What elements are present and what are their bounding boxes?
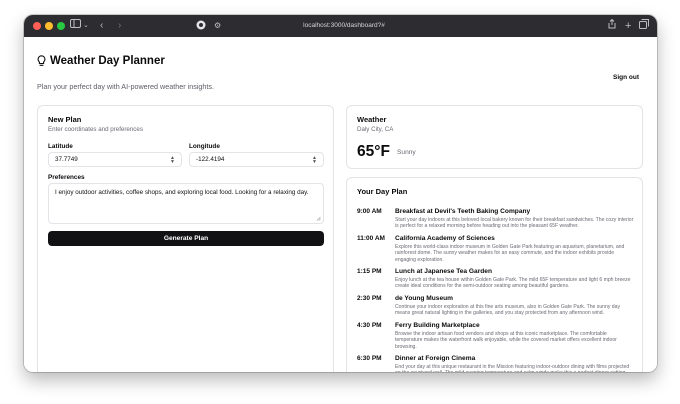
weather-title: Weather bbox=[357, 115, 387, 124]
plan-item-title: de Young Museum bbox=[395, 295, 454, 302]
tab-overview-icon[interactable] bbox=[639, 19, 649, 34]
new-tab-icon[interactable]: + bbox=[625, 19, 631, 33]
plan-item-time: 9:00 AM bbox=[357, 208, 382, 215]
longitude-stepper-icon[interactable]: ▲ ▼ bbox=[312, 156, 317, 165]
plan-item-description: Enjoy lunch at the tea house within Gold… bbox=[395, 277, 631, 290]
plan-item-title: Dinner at Foreign Cinema bbox=[395, 355, 476, 362]
plan-item-time: 6:30 PM bbox=[357, 355, 382, 362]
page-subtitle: Plan your perfect day with AI-powered we… bbox=[37, 82, 214, 91]
plan-item-description: Browse the indoor artisan food vendors a… bbox=[395, 331, 617, 350]
resize-handle-icon[interactable] bbox=[316, 216, 321, 221]
longitude-value: -122.4194 bbox=[196, 156, 225, 163]
address-bar[interactable]: localhost:3000/dashboard?# bbox=[234, 19, 454, 33]
share-icon[interactable] bbox=[608, 18, 616, 34]
plan-item-title: Ferry Building Marketplace bbox=[395, 322, 480, 329]
preferences-value: I enjoy outdoor activities, coffee shops… bbox=[55, 189, 309, 196]
minimize-window-button[interactable] bbox=[45, 22, 53, 30]
longitude-label: Longitude bbox=[189, 143, 220, 150]
sign-out-button[interactable]: Sign out bbox=[613, 74, 639, 81]
latitude-stepper-icon[interactable]: ▲ ▼ bbox=[170, 156, 175, 165]
browser-toolbar: ⌄ ‹ › ⚙ localhost:3000/dashboard?# + bbox=[24, 15, 657, 37]
new-plan-card: New Plan Enter coordinates and preferenc… bbox=[37, 105, 334, 372]
page-settings-icon[interactable]: ⚙ bbox=[214, 19, 221, 33]
plan-item-description: Explore this world-class indoor museum i… bbox=[395, 244, 625, 263]
generate-plan-button[interactable]: Generate Plan bbox=[48, 231, 324, 246]
plan-item-description: Start your day indoors at this beloved l… bbox=[395, 217, 634, 230]
close-window-button[interactable] bbox=[33, 22, 41, 30]
weather-card: Weather Daly City, CA 65°F Sunny bbox=[346, 105, 643, 169]
sidebar-toggle-icon[interactable] bbox=[70, 19, 81, 33]
day-plan-card: Your Day Plan 9:00 AM Breakfast at Devil… bbox=[346, 177, 643, 372]
forward-arrow-icon[interactable]: › bbox=[118, 19, 121, 33]
weather-temperature: 65°F bbox=[357, 143, 390, 160]
plan-item-title: Lunch at Japanese Tea Garden bbox=[395, 268, 492, 275]
preferences-label: Preferences bbox=[48, 174, 85, 181]
plan-item-time: 1:15 PM bbox=[357, 268, 382, 275]
weather-location: Daly City, CA bbox=[357, 126, 394, 133]
plan-item-description: Continue your indoor exploration at this… bbox=[395, 304, 621, 317]
browser-window: ⌄ ‹ › ⚙ localhost:3000/dashboard?# + Wea… bbox=[24, 15, 657, 372]
latitude-value: 37.7749 bbox=[55, 156, 78, 163]
back-arrow-icon[interactable]: ‹ bbox=[100, 19, 103, 33]
page-title: Weather Day Planner bbox=[50, 55, 165, 67]
new-plan-title: New Plan bbox=[48, 115, 82, 124]
longitude-input[interactable]: -122.4194 ▲ ▼ bbox=[189, 152, 324, 167]
maximize-window-button[interactable] bbox=[57, 22, 65, 30]
plan-item-time: 2:30 PM bbox=[357, 295, 382, 302]
chevron-down-icon[interactable]: ⌄ bbox=[83, 19, 89, 33]
new-plan-description: Enter coordinates and preferences bbox=[48, 126, 143, 133]
plan-item-title: California Academy of Sciences bbox=[395, 235, 495, 242]
preferences-textarea[interactable]: I enjoy outdoor activities, coffee shops… bbox=[48, 183, 324, 224]
plan-item-time: 4:30 PM bbox=[357, 322, 382, 329]
plan-item-title: Breakfast at Devil's Teeth Baking Compan… bbox=[395, 208, 531, 215]
weather-condition: Sunny bbox=[397, 149, 416, 156]
plan-item-time: 11:00 AM bbox=[357, 235, 385, 242]
plan-item-description: End your day at this unique restaurant i… bbox=[395, 364, 630, 372]
lightbulb-icon bbox=[37, 54, 46, 66]
site-favicon-icon bbox=[196, 20, 206, 35]
latitude-label: Latitude bbox=[48, 143, 73, 150]
page-content: Weather Day Planner Plan your perfect da… bbox=[24, 37, 657, 372]
day-plan-title: Your Day Plan bbox=[357, 187, 408, 196]
latitude-input[interactable]: 37.7749 ▲ ▼ bbox=[48, 152, 182, 167]
